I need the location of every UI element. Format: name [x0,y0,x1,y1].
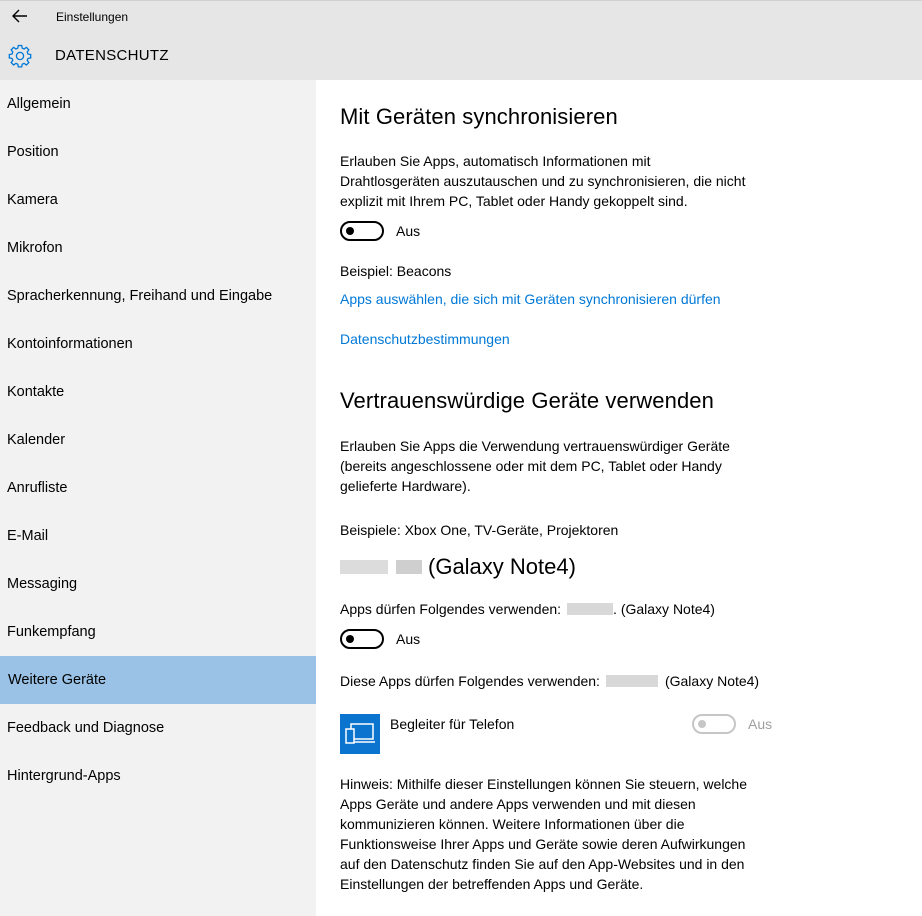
trusted-devices-heading: Vertrauenswürdige Geräte verwenden [340,388,714,413]
trusted-examples: Beispiele: Xbox One, TV-Geräte, Projekto… [340,522,619,538]
trusted-description-line-2: (bereits angeschlossene oder mit dem PC,… [340,458,722,474]
note-line-2: Apps Geräte und andere Apps verwenden un… [340,796,696,812]
trusted-device-toggle-label: Aus [396,631,421,647]
sidebar-item-kontoinformationen[interactable]: Kontoinformationen [0,320,316,368]
these-apps-text: Diese Apps dürfen Folgendes verwenden: (… [340,671,759,691]
page-title: DATENSCHUTZ [55,47,169,64]
device-model: (Galaxy Note4) [428,554,576,579]
sidebar-item-spracherkennung[interactable]: Spracherkennung, Freihand und Eingabe [0,272,316,320]
note-line-6: Einstellungen der betreffenden Apps und … [340,876,644,892]
sidebar-item-kamera[interactable]: Kamera [0,176,316,224]
sidebar-item-weitere-geraete[interactable]: Weitere Geräte [0,656,316,704]
sidebar-item-anrufliste[interactable]: Anrufliste [0,464,316,512]
note-line-5: auf den Datenschutz finden Sie auf den A… [340,856,745,872]
trusted-description-line-1: Erlauben Sie Apps die Verwendung vertrau… [340,438,730,454]
gear-icon [8,44,32,68]
redacted-device-name [605,675,658,687]
allow-device-prefix: Apps dürfen Folgendes verwenden: [340,601,562,617]
these-apps-prefix: Diese Apps dürfen Folgendes verwenden: [340,673,600,689]
sidebar-item-mikrofon[interactable]: Mikrofon [0,224,316,272]
toggle-knob [346,227,354,235]
allow-device-suffix: . (Galaxy Note4) [613,601,715,617]
sidebar-item-allgemein[interactable]: Allgemein [0,80,316,128]
toggle-knob [698,720,706,728]
note-line-1: Hinweis: Mithilfe dieser Einstellungen k… [340,776,747,792]
phone-companion-app-tile [340,714,380,754]
title-bar: Einstellungen [0,0,922,32]
sync-toggle-label: Aus [396,223,421,239]
sync-description-line-3: explizit mit Ihrem PC, Tablet oder Handy… [340,193,688,209]
device-name: (Galaxy Note4) [340,552,576,582]
sidebar-item-kontakte[interactable]: Kontakte [0,368,316,416]
these-apps-suffix: (Galaxy Note4) [664,673,760,689]
choose-apps-link[interactable]: Apps auswählen, die sich mit Geräten syn… [340,291,721,307]
allow-device-text: Apps dürfen Folgendes verwenden: . (Gala… [340,599,715,619]
redacted-device-name [396,560,422,574]
redacted-device-name [340,560,388,574]
sidebar-item-feedback[interactable]: Feedback und Diagnose [0,704,316,752]
back-arrow-icon [12,9,27,23]
sync-toggle[interactable] [340,221,384,241]
app-permission-toggle-label: Aus [748,716,773,732]
sidebar-item-messaging[interactable]: Messaging [0,560,316,608]
window-title: Einstellungen [56,10,129,24]
sync-heading: Mit Geräten synchronisieren [340,104,618,129]
sidebar-item-hintergrund-apps[interactable]: Hintergrund-Apps [0,752,316,800]
note-line-4: Funktionsweise Ihrer Apps und Geräte sow… [340,836,746,852]
sidebar: Allgemein Position Kamera Mikrofon Sprac… [0,80,316,916]
sidebar-item-email[interactable]: E-Mail [0,512,316,560]
sync-description-line-1: Erlauben Sie Apps, automatisch Informati… [340,153,651,169]
sync-example: Beispiel: Beacons [340,263,452,279]
toggle-knob [346,635,354,643]
app-permission-toggle[interactable] [692,714,736,734]
privacy-statement-link[interactable]: Datenschutzbestimmungen [340,331,510,347]
app-name: Begleiter für Telefon [390,716,515,732]
sidebar-item-kalender[interactable]: Kalender [0,416,316,464]
phone-companion-icon [345,723,375,744]
trusted-device-toggle[interactable] [340,629,384,649]
note-line-3: kommunizieren können. Weitere Informatio… [340,816,685,832]
sidebar-item-position[interactable]: Position [0,128,316,176]
sync-description-line-2: Drahtlosgeräten auszutauschen und zu syn… [340,173,746,189]
sidebar-item-funkempfang[interactable]: Funkempfang [0,608,316,656]
page-header: DATENSCHUTZ [0,32,922,80]
trusted-description-line-3: gelieferte Hardware). [340,478,471,494]
redacted-device-name [567,603,614,615]
main-content: Mit Geräten synchronisieren Erlauben Sie… [316,80,922,916]
back-button[interactable] [6,3,34,29]
